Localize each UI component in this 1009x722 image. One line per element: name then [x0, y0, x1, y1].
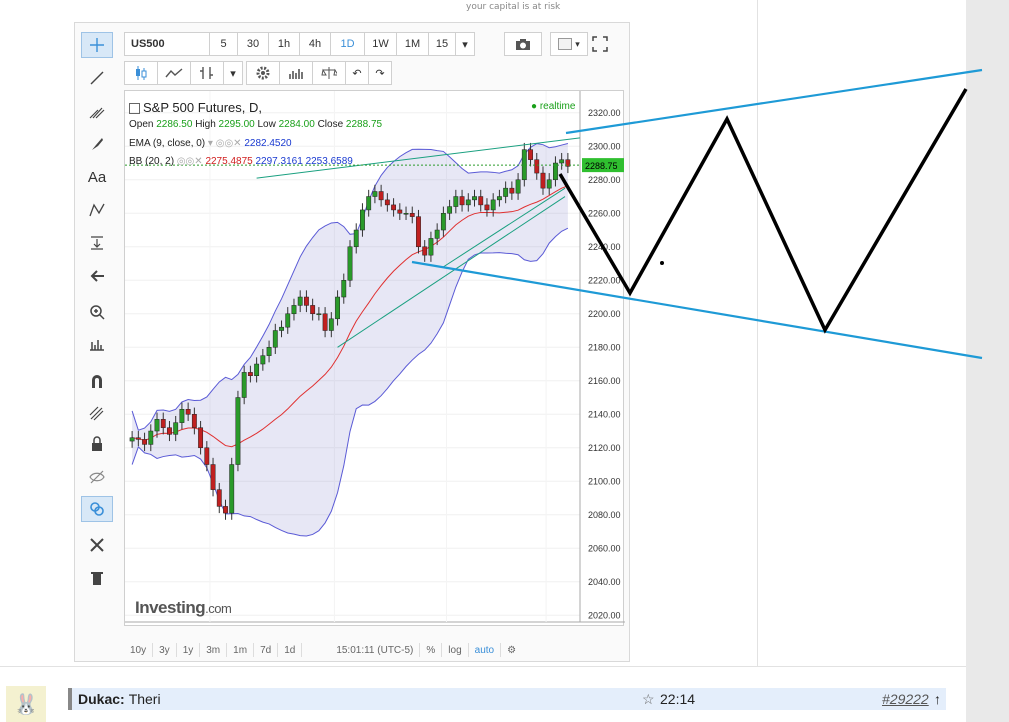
- avatar[interactable]: 🐰: [6, 686, 46, 722]
- lower-trend-line: [411, 260, 983, 360]
- star-icon[interactable]: ☆: [642, 691, 655, 708]
- comment-time: 22:14: [660, 691, 696, 707]
- drawn-dot: [660, 261, 664, 265]
- page: your capital is at risk Aa US500 5 30 1h…: [0, 0, 1009, 722]
- comment-header: Dukac: Theri ☆ 22:14 #29222 ↑: [68, 688, 946, 710]
- comment-author[interactable]: Dukac:: [78, 691, 125, 707]
- upper-trend-line: [565, 68, 983, 135]
- annotation-overlay: [411, 68, 983, 360]
- up-arrow-icon[interactable]: ↑: [934, 691, 941, 707]
- comment-text: Theri: [128, 691, 161, 707]
- comment-link[interactable]: #29222: [882, 691, 929, 707]
